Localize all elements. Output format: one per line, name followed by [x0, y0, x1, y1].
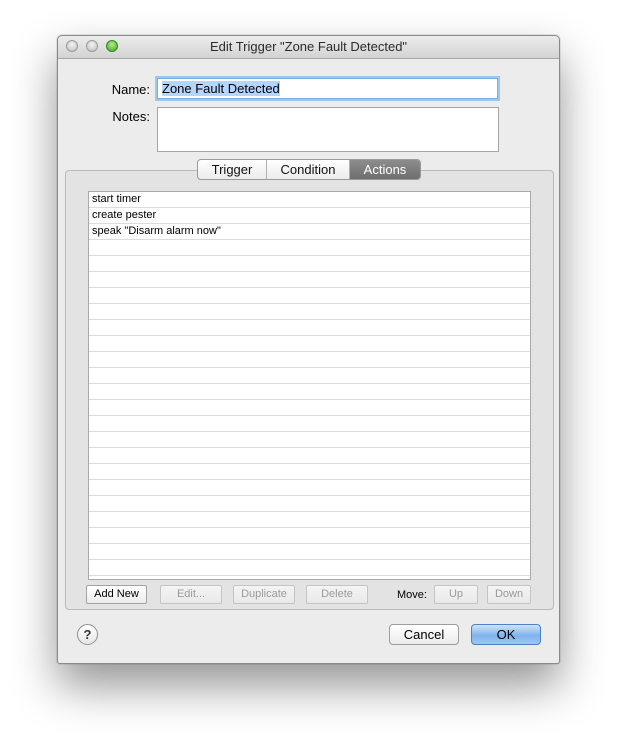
list-item[interactable] [89, 464, 530, 480]
edit-button[interactable]: Edit... [160, 585, 222, 604]
name-field-value: Zone Fault Detected [162, 81, 280, 96]
list-item[interactable] [89, 384, 530, 400]
list-item[interactable]: start timer [89, 192, 530, 208]
tab-bar: Trigger Condition Actions [197, 159, 421, 180]
list-item[interactable] [89, 352, 530, 368]
move-down-button[interactable]: Down [487, 585, 531, 604]
list-item[interactable] [89, 496, 530, 512]
list-item[interactable] [89, 528, 530, 544]
move-label: Move: [397, 589, 427, 601]
list-item[interactable]: speak "Disarm alarm now" [89, 224, 530, 240]
list-item[interactable] [89, 544, 530, 560]
tab-condition[interactable]: Condition [267, 160, 350, 179]
name-label: Name: [111, 82, 150, 97]
list-item[interactable] [89, 400, 530, 416]
list-item[interactable] [89, 560, 530, 576]
move-up-button[interactable]: Up [434, 585, 478, 604]
list-item[interactable] [89, 288, 530, 304]
title-bar[interactable]: Edit Trigger "Zone Fault Detected" [58, 36, 559, 59]
notes-label: Notes: [112, 109, 150, 124]
delete-button[interactable]: Delete [306, 585, 368, 604]
list-item[interactable] [89, 256, 530, 272]
duplicate-button[interactable]: Duplicate [233, 585, 295, 604]
cancel-button[interactable]: Cancel [389, 624, 459, 645]
list-item[interactable] [89, 576, 530, 579]
list-item[interactable] [89, 416, 530, 432]
list-item[interactable] [89, 272, 530, 288]
list-item[interactable] [89, 304, 530, 320]
list-item[interactable] [89, 368, 530, 384]
list-item[interactable] [89, 240, 530, 256]
tab-actions[interactable]: Actions [350, 160, 420, 179]
add-new-button[interactable]: Add New [86, 585, 147, 604]
notes-field[interactable] [157, 107, 499, 152]
ok-button[interactable]: OK [471, 624, 541, 645]
actions-list[interactable]: start timer create pester speak "Disarm … [88, 191, 531, 580]
list-item[interactable] [89, 448, 530, 464]
list-item[interactable] [89, 480, 530, 496]
list-item[interactable] [89, 320, 530, 336]
edit-trigger-dialog: Edit Trigger "Zone Fault Detected" Name:… [57, 35, 560, 664]
list-item[interactable]: create pester [89, 208, 530, 224]
name-field[interactable]: Zone Fault Detected [157, 78, 498, 99]
list-item[interactable] [89, 432, 530, 448]
window-title: Edit Trigger "Zone Fault Detected" [209, 39, 408, 54]
list-item[interactable] [89, 336, 530, 352]
tab-trigger[interactable]: Trigger [198, 160, 267, 179]
list-item[interactable] [89, 512, 530, 528]
help-button[interactable]: ? [77, 624, 98, 645]
